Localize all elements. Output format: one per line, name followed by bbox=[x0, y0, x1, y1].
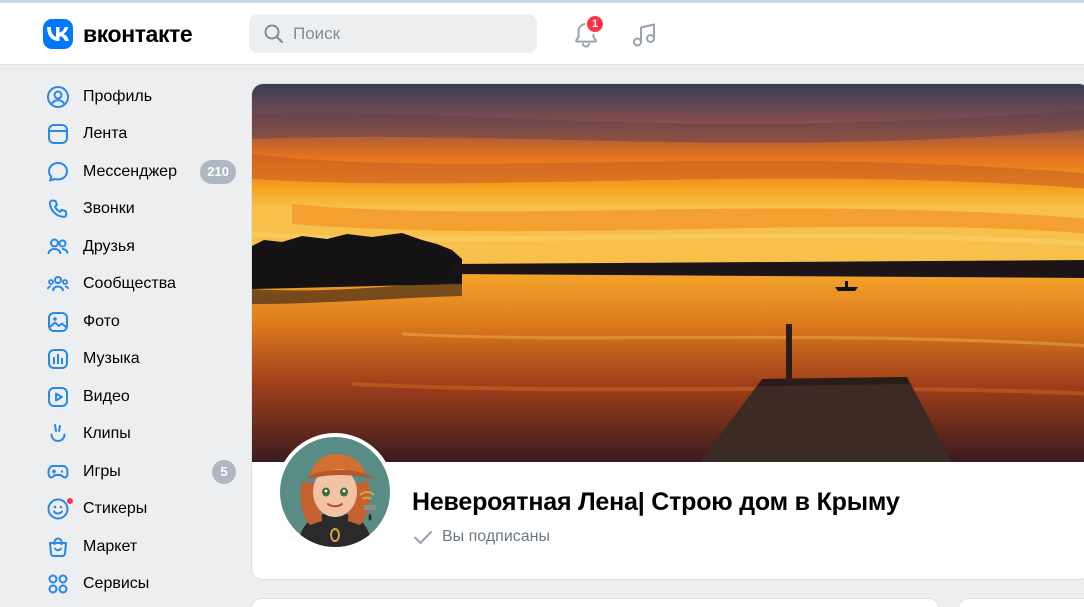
content-card-left bbox=[251, 598, 939, 607]
notifications-badge: 1 bbox=[585, 14, 605, 34]
sidebar-item-label: Друзья bbox=[83, 237, 135, 255]
profile-avatar[interactable] bbox=[276, 433, 394, 551]
sidebar-item-label: Профиль bbox=[83, 87, 153, 105]
music-note-icon[interactable] bbox=[630, 20, 660, 50]
games-icon bbox=[45, 459, 71, 485]
sidebar-item-stickers[interactable]: Стикеры bbox=[42, 491, 242, 529]
sidebar-item-games[interactable]: Игры 5 bbox=[42, 453, 242, 491]
sidebar-item-profile[interactable]: Профиль bbox=[42, 78, 242, 116]
sidebar-item-messenger[interactable]: Мессенджер 210 bbox=[42, 153, 242, 191]
sidebar-item-label: Мессенджер bbox=[83, 162, 177, 180]
messenger-counter: 210 bbox=[200, 159, 236, 184]
sidebar-item-label: Маркет bbox=[83, 537, 138, 555]
profile-card: Невероятная Лена| Строю дом в Крыму Вы п… bbox=[251, 83, 1084, 580]
top-header: вконтакте 1 bbox=[0, 3, 1084, 65]
clips-icon bbox=[45, 421, 71, 447]
sidebar-item-services[interactable]: Сервисы bbox=[42, 566, 242, 604]
feed-icon bbox=[45, 121, 71, 147]
friends-icon bbox=[45, 234, 71, 260]
sidebar-item-label: Сервисы bbox=[83, 575, 150, 593]
sidebar-item-market[interactable]: Маркет bbox=[42, 528, 242, 566]
sidebar-item-feed[interactable]: Лента bbox=[42, 116, 242, 154]
search-icon bbox=[264, 24, 284, 43]
sidebar-item-label: Фото bbox=[83, 312, 120, 330]
market-icon bbox=[45, 534, 71, 560]
content-card-right bbox=[958, 598, 1084, 607]
vk-logo-icon bbox=[43, 19, 73, 49]
sidebar-item-label: Клипы bbox=[83, 425, 131, 443]
sidebar-item-music[interactable]: Музыка bbox=[42, 341, 242, 379]
subscription-status[interactable]: Вы подписаны bbox=[412, 528, 550, 546]
sidebar-item-label: Лента bbox=[83, 125, 128, 143]
sidebar-item-friends[interactable]: Друзья bbox=[42, 228, 242, 266]
sidebar-item-label: Игры bbox=[83, 462, 121, 480]
cover-photo-sunset-lake[interactable] bbox=[252, 84, 1084, 462]
video-icon bbox=[45, 384, 71, 410]
sidebar-item-photo[interactable]: Фото bbox=[42, 303, 242, 341]
subscribed-label: Вы подписаны bbox=[442, 528, 550, 545]
profile-name: Невероятная Лена| Строю дом в Крыму bbox=[412, 488, 900, 516]
services-icon bbox=[45, 571, 71, 597]
sidebar-item-clips[interactable]: Клипы bbox=[42, 416, 242, 454]
messenger-icon bbox=[45, 159, 71, 185]
check-icon bbox=[414, 531, 432, 544]
vk-logo[interactable]: вконтакте bbox=[43, 19, 193, 49]
calls-icon bbox=[45, 196, 71, 222]
sidebar-item-label: Видео bbox=[83, 387, 130, 405]
sidebar-item-label: Сообщества bbox=[83, 275, 176, 293]
sidebar-item-video[interactable]: Видео bbox=[42, 378, 242, 416]
sidebar-item-calls[interactable]: Звонки bbox=[42, 191, 242, 229]
games-counter: 5 bbox=[212, 459, 236, 484]
stickers-new-dot bbox=[66, 496, 74, 505]
music-icon bbox=[45, 346, 71, 372]
avatar-illustration bbox=[280, 437, 390, 547]
sidebar-item-label: Звонки bbox=[83, 200, 135, 218]
logo-text: вконтакте bbox=[83, 20, 193, 47]
profile-icon bbox=[45, 84, 71, 110]
search-input[interactable] bbox=[293, 23, 513, 44]
sidebar-item-communities[interactable]: Сообщества bbox=[42, 266, 242, 304]
sidebar-item-label: Стикеры bbox=[83, 500, 148, 518]
photo-icon bbox=[45, 309, 71, 335]
search-box[interactable] bbox=[249, 14, 537, 53]
left-sidebar: Профиль Лента Мессенджер 210 Звонки Друз… bbox=[42, 78, 242, 603]
communities-icon bbox=[45, 271, 71, 297]
sidebar-item-label: Музыка bbox=[83, 350, 140, 368]
